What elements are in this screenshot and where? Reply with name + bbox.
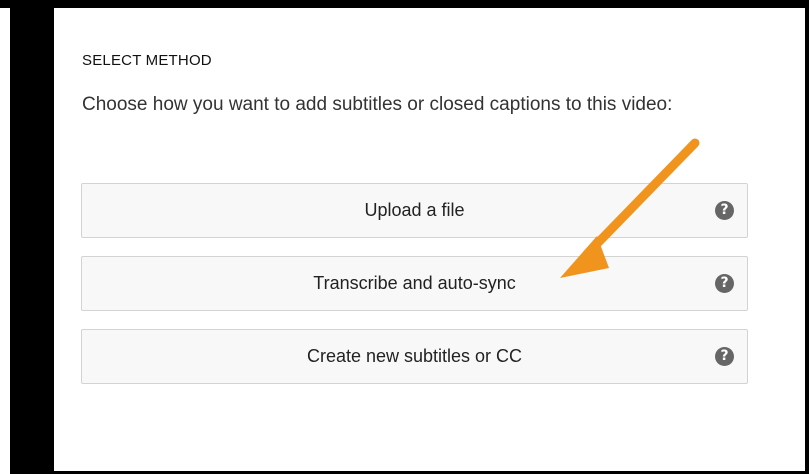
top-border <box>0 0 809 8</box>
method-list: Upload a file ? Transcribe and auto-sync… <box>81 183 750 402</box>
help-icon[interactable]: ? <box>715 347 734 366</box>
left-black-bar <box>10 0 54 474</box>
left-margin <box>0 8 10 474</box>
help-icon[interactable]: ? <box>715 201 734 220</box>
transcribe-auto-sync-label: Transcribe and auto-sync <box>313 273 516 293</box>
upload-file-label: Upload a file <box>364 200 465 220</box>
create-new-subtitles-label: Create new subtitles or CC <box>306 346 523 366</box>
help-icon[interactable]: ? <box>715 274 734 293</box>
create-new-subtitles-button[interactable]: Create new subtitles or CC ? <box>81 329 748 384</box>
instructions-text: Choose how you want to add subtitles or … <box>82 94 673 115</box>
select-method-panel: SELECT METHOD Choose how you want to add… <box>54 8 805 471</box>
transcribe-auto-sync-button[interactable]: Transcribe and auto-sync ? <box>81 256 748 311</box>
upload-file-button[interactable]: Upload a file ? <box>81 183 748 238</box>
section-title: SELECT METHOD <box>82 52 212 69</box>
